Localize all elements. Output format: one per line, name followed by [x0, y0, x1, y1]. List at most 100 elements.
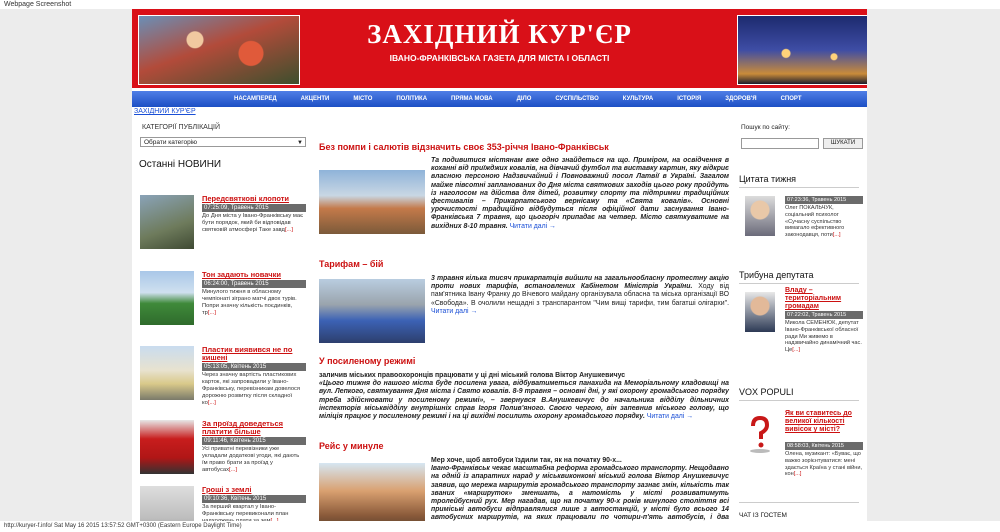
tribune-heading: Трибуна депутата — [739, 270, 814, 280]
article-text: Мер хоче, щоб автобуси їздили так, як на… — [431, 457, 729, 521]
read-more-link[interactable]: Читати далі → — [510, 223, 556, 230]
news-item: Тон задають новачки 06:24:00, Травень 20… — [140, 271, 306, 335]
news-date: 09:11:46, Квітень 2015 — [202, 437, 306, 445]
tribune-text: Микола СЕМЕНЮК, депутат Івано-Франківськ… — [785, 320, 862, 354]
news-excerpt: До Дня міста у Івано-Франківську має бут… — [202, 213, 304, 233]
news-heading: Останні НОВИНИ — [139, 159, 222, 170]
news-thumbnail[interactable] — [140, 271, 194, 325]
read-more-link[interactable]: [...] — [794, 471, 802, 477]
right-sidebar: Пошук по сайту: ШУКАТИ Цитата тижня 07:2… — [737, 124, 863, 519]
categories-heading: КАТЕГОРІЇ ПУБЛІКАЦІЙ — [142, 124, 221, 131]
read-more-link[interactable]: [...] — [792, 347, 800, 353]
nav-item[interactable]: КУЛЬТУРА — [611, 96, 665, 102]
article: Тарифам – бій 3 травня кілька тисяч прик… — [319, 259, 729, 343]
news-excerpt: За перший квартал у Івано-Франківську пе… — [202, 504, 306, 521]
guests-heading: ЧАТ ІЗ ГОСТЕМ — [739, 512, 787, 519]
read-more-link[interactable]: [...] — [833, 232, 841, 238]
nav-item[interactable]: ДІЛО — [505, 96, 544, 102]
category-select-value: Обрати категорію — [144, 139, 198, 146]
nav-item[interactable]: СПОРТ — [769, 96, 814, 102]
news-item: Передсвяткові клопоти 07:25:09, Травень … — [140, 195, 306, 259]
tribune-title[interactable]: Владу – територіальним громадам — [785, 287, 863, 311]
question-mark-icon — [750, 415, 770, 453]
read-more-link[interactable]: [...] — [270, 518, 278, 521]
news-title[interactable]: Гроші з землі — [202, 486, 306, 494]
search-label: Пошук по сайту: — [741, 124, 790, 131]
article: Рейс у минуле Мер хоче, щоб автобуси їзд… — [319, 441, 729, 521]
nav-item[interactable]: ПРЯМА МОВА — [439, 96, 505, 102]
divider — [739, 400, 859, 401]
news-thumbnail[interactable] — [140, 486, 194, 521]
article-image[interactable] — [319, 463, 425, 521]
news-thumbnail[interactable] — [140, 346, 194, 400]
breadcrumb[interactable]: ЗАХІДНИЙ КУР'ЄР — [134, 108, 196, 115]
status-bar: http://kuryer-f.info/ Sat May 16 2015 13… — [4, 523, 242, 529]
page-background: ЗАХІДНИЙ КУР'ЄР ІВАНО-ФРАНКІВСЬКА ГАЗЕТА… — [0, 9, 1000, 521]
news-title[interactable]: Передсвяткові клопоти — [202, 195, 306, 203]
page-container: ЗАХІДНИЙ КУР'ЄР ІВАНО-ФРАНКІВСЬКА ГАЗЕТА… — [132, 9, 867, 521]
news-excerpt: Минулого тижня в обласному чемпіонаті зі… — [202, 289, 297, 316]
article-text: Та подивитися містянам вже одно знайдеть… — [431, 157, 729, 230]
article-title[interactable]: Тарифам – бій — [319, 259, 729, 269]
news-item: Пластик виявився не по кишені 05:13:05, … — [140, 346, 306, 410]
nav-item[interactable]: МІСТО — [341, 96, 384, 102]
article-text: заличив міських правоохоронців працювати… — [319, 372, 729, 421]
quote-text: Олег ПОКАЛЬЧУК, соціальний психолог «Суч… — [785, 205, 845, 239]
vox-date: 08:58:03, Квітень 2015 — [785, 442, 863, 450]
nav-item[interactable]: НАСАМПЕРЕД — [222, 96, 289, 102]
news-thumbnail[interactable] — [140, 195, 194, 249]
search-form: ШУКАТИ — [741, 138, 865, 149]
tribune-date: 07:22:02, Травень 2015 — [785, 311, 863, 319]
left-sidebar: КАТЕГОРІЇ ПУБЛІКАЦІЙ Обрати категорію ▼ … — [137, 124, 307, 170]
author-photo[interactable] — [745, 196, 775, 236]
read-more-link[interactable]: [...] — [285, 227, 293, 233]
main-navigation: НАСАМПЕРЕД АКЦЕНТИ МІСТО ПОЛІТИКА ПРЯМА … — [132, 91, 867, 107]
header-banner: ЗАХІДНИЙ КУР'ЄР ІВАНО-ФРАНКІВСЬКА ГАЗЕТА… — [132, 9, 867, 88]
nav-item[interactable]: ІСТОРІЯ — [665, 96, 713, 102]
site-title[interactable]: ЗАХІДНИЙ КУР'ЄР — [302, 19, 697, 50]
news-date: 05:13:05, Квітень 2015 — [202, 363, 306, 371]
search-button[interactable]: ШУКАТИ — [823, 138, 863, 149]
news-item: За проїзд доведеться платити більше 09:1… — [140, 420, 306, 484]
read-more-link[interactable]: [...] — [229, 467, 237, 473]
news-thumbnail[interactable] — [140, 420, 194, 474]
window-label: Webpage Screenshot — [4, 1, 72, 8]
article: Без помпи і салютів відзначить своє 353-… — [319, 142, 729, 234]
divider — [739, 283, 859, 284]
header-photo-left — [138, 15, 300, 85]
nav-item[interactable]: СУСПІЛЬСТВО — [543, 96, 610, 102]
article-title[interactable]: Рейс у минуле — [319, 441, 729, 451]
question-icon[interactable] — [745, 414, 775, 454]
read-more-link[interactable]: [...] — [208, 310, 216, 316]
news-title[interactable]: За проїзд доведеться платити більше — [202, 420, 306, 436]
nav-item[interactable]: ЗДОРОВ'Я — [713, 96, 768, 102]
news-item: Гроші з землі 09:10:36, Квітень 2015 За … — [140, 486, 306, 521]
quote-date: 07:23:36, Травень 2015 — [785, 196, 863, 204]
divider — [739, 187, 859, 188]
vox-title[interactable]: Як ви ставитесь до великої кількості вив… — [785, 410, 863, 434]
article-image[interactable] — [319, 279, 425, 343]
divider — [739, 502, 859, 503]
news-date: 06:24:00, Травень 2015 — [202, 280, 306, 288]
news-title[interactable]: Тон задають новачки — [202, 271, 306, 279]
search-input[interactable] — [741, 138, 819, 149]
news-excerpt: Усі приватні перевізники уже укладали до… — [202, 446, 300, 473]
news-date: 07:25:09, Травень 2015 — [202, 204, 306, 212]
quote-heading: Цитата тижня — [739, 174, 797, 184]
article: У посиленому режимі заличив міських прав… — [319, 356, 729, 420]
article-title[interactable]: Без помпи і салютів відзначить своє 353-… — [319, 142, 729, 152]
nav-item[interactable]: АКЦЕНТИ — [289, 96, 342, 102]
article-image[interactable] — [319, 170, 425, 234]
news-title[interactable]: Пластик виявився не по кишені — [202, 346, 306, 362]
read-more-link[interactable]: Читати далі → — [431, 308, 477, 315]
category-select[interactable]: Обрати категорію ▼ — [140, 137, 306, 147]
read-more-link[interactable]: Читати далі → — [647, 413, 693, 420]
header-photo-right — [737, 15, 867, 85]
news-date: 09:10:36, Квітень 2015 — [202, 495, 306, 503]
article-title[interactable]: У посиленому режимі — [319, 356, 729, 366]
nav-item[interactable]: ПОЛІТИКА — [384, 96, 439, 102]
read-more-link[interactable]: [...] — [208, 400, 216, 406]
author-photo[interactable] — [745, 292, 775, 332]
news-excerpt: Через значну вартість пластикових карток… — [202, 372, 301, 406]
article-text: 3 травня кілька тисяч прикарпатців вийшл… — [431, 275, 730, 315]
